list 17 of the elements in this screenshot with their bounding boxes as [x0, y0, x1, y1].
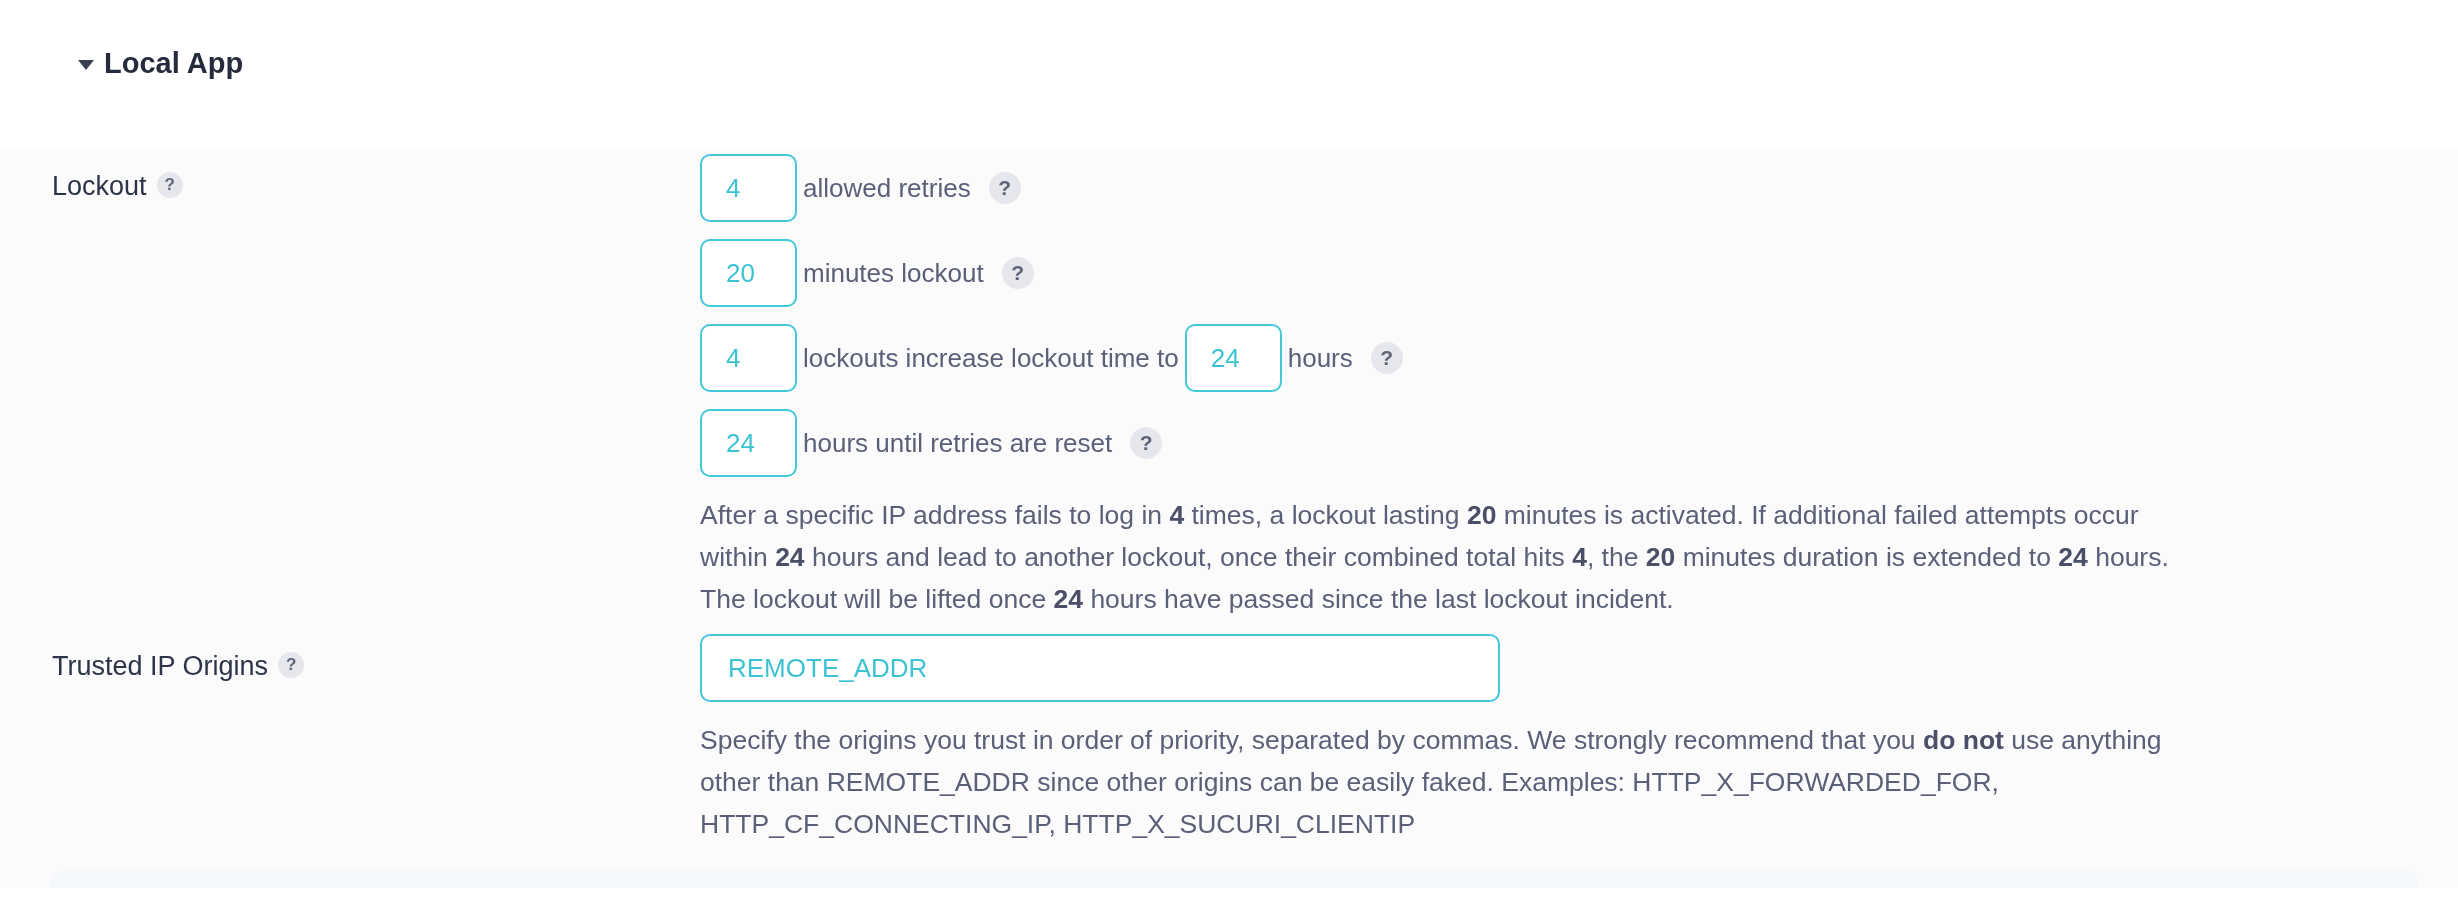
help-icon[interactable]: ?	[1370, 342, 1403, 374]
help-icon[interactable]: ?	[1130, 427, 1163, 459]
setting-text: allowed retries	[803, 171, 971, 205]
help-icon[interactable]: ?	[1001, 257, 1034, 289]
caret-icon[interactable]	[78, 59, 94, 70]
section-title[interactable]: Local App	[104, 42, 244, 86]
help-icon[interactable]: ?	[278, 652, 305, 678]
setting-text: hours until retries are reset	[803, 426, 1113, 460]
field-label: Trusted IP Origins	[52, 650, 269, 683]
help-icon[interactable]: ?	[988, 172, 1021, 204]
description-text: After a specific IP address fails to log in 4 times, a lockout lasting 20 minutes is activated. If additional failed attempts occur within 24 hours and lead to another lockout, once their combined total hits 4, the 20 minutes duration is extended to 24 hours. The lockout will be lifted once 24 hours have passed since the last lockout incident.	[700, 499, 2170, 616]
setting-text: minutes lockout	[803, 256, 984, 290]
setting-text: hours	[1287, 341, 1353, 375]
description-text: Specify the origins you trust in order of priority, separated by commas. We strongly recommend that you do not use anything other than REMOTE_ADDR since other origins can be easily faked. Examples: HTTP_X_FORWARDED_FOR, HTTP_CF_CONNECTING_IP, HTTP_X_SUCURI_CLIENTIP	[700, 724, 2163, 841]
field-label: Lockout	[52, 170, 147, 203]
setting-text: lockouts increase lockout time to	[803, 341, 1179, 375]
help-icon[interactable]: ?	[156, 172, 183, 198]
